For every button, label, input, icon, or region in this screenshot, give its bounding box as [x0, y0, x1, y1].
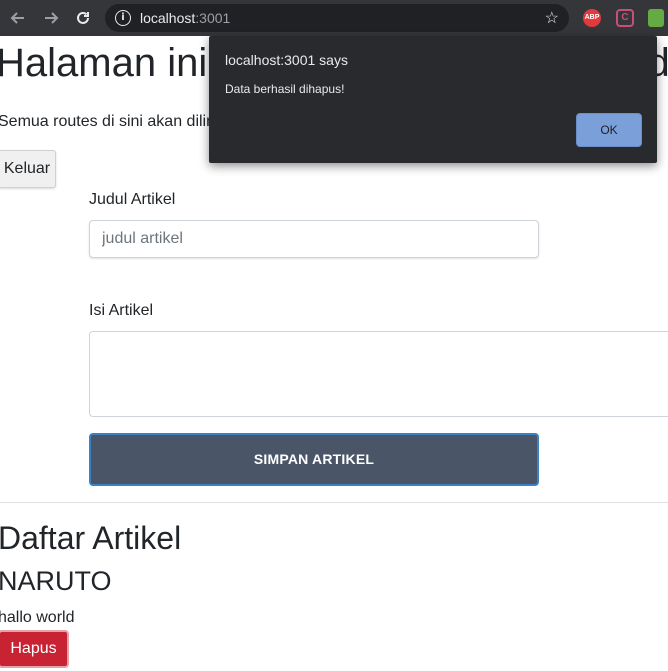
dialog-ok-button[interactable]: OK	[576, 113, 642, 147]
bookmark-star-icon[interactable]: ☆	[545, 8, 559, 28]
extension-c-icon[interactable]: C	[616, 9, 634, 27]
content-label: Isi Artikel	[89, 302, 154, 319]
forward-button[interactable]	[40, 7, 62, 29]
save-article-button[interactable]: SIMPAN ARTIKEL	[89, 433, 539, 486]
logout-button[interactable]: Keluar	[0, 150, 56, 188]
arrow-left-icon	[10, 12, 24, 24]
address-bar[interactable]: i localhost:3001 ☆	[105, 4, 569, 32]
dialog-message: Data berhasil dihapus!	[225, 82, 345, 96]
content-textarea[interactable]	[89, 331, 668, 417]
delete-article-button[interactable]: Hapus	[0, 630, 69, 668]
article-list-heading: Daftar Artikel	[0, 520, 182, 556]
title-label: Judul Artikel	[89, 191, 176, 208]
arrow-right-icon	[45, 12, 59, 24]
article-content: hallo world	[0, 609, 75, 626]
divider	[0, 502, 668, 503]
alert-dialog: localhost:3001 says Data berhasil dihapu…	[209, 36, 657, 163]
adblock-extension-icon[interactable]: ABP	[583, 9, 601, 27]
browser-toolbar: i localhost:3001 ☆ ABP C	[0, 0, 668, 36]
dialog-title: localhost:3001 says	[225, 52, 348, 68]
info-icon[interactable]: i	[115, 10, 131, 26]
reload-icon	[77, 11, 89, 24]
reload-button[interactable]	[72, 7, 94, 29]
back-button[interactable]	[7, 7, 29, 29]
title-input[interactable]	[89, 220, 539, 258]
url-text: localhost:3001	[140, 10, 231, 26]
article-title: NARUTO	[0, 566, 112, 596]
extension-icon[interactable]	[648, 9, 664, 27]
